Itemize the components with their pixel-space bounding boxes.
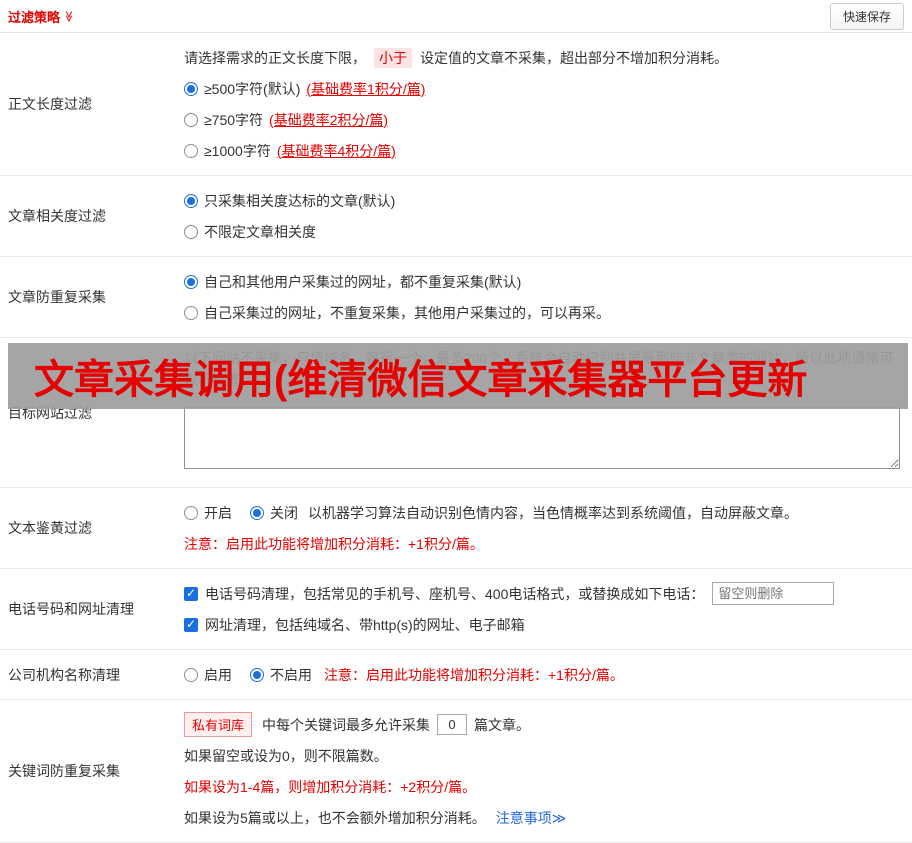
intro-pre: 请选择需求的正文长度下限，	[184, 49, 366, 66]
company-warning: 注意：启用此功能将增加积分消耗：+1积分/篇。	[324, 666, 624, 683]
watermark-banner: 文章采集调用(维清微信文章采集器平台更新	[8, 343, 908, 409]
watermark-text: 文章采集调用(维清微信文章采集器平台更新	[34, 358, 808, 402]
option-length-500[interactable]: ≥500字符(默认) (基础费率1积分/篇)	[184, 73, 904, 104]
filter-strategy-form: 正文长度过滤 请选择需求的正文长度下限， 小于 设定值的文章不采集，超出部分不增…	[0, 33, 912, 843]
option-label: 自己和其他用户采集过的网址，都不重复采集(默认)	[204, 273, 522, 290]
radio-company-off[interactable]	[250, 667, 264, 682]
checkbox-phone-clean[interactable]	[184, 586, 198, 601]
option-label: ≥500字符(默认)	[204, 80, 301, 97]
row-label: 电话号码和网址清理	[8, 601, 134, 617]
row-label: 关键词防重复采集	[8, 763, 120, 779]
option-relevance-any[interactable]: 不限定文章相关度	[184, 216, 904, 247]
radio-porn-off[interactable]	[250, 505, 264, 520]
rate-note: (基础费率1积分/篇)	[306, 80, 426, 97]
row-label: 公司机构名称清理	[8, 666, 120, 683]
radio-dedupe-all-users[interactable]	[184, 274, 198, 289]
keyword-max-count-input[interactable]	[437, 714, 468, 735]
blocked-sites-textarea[interactable]	[184, 407, 900, 469]
option-label: 不限定文章相关度	[204, 223, 316, 240]
keyword-line2: 如果留空或设为0，则不限篇数。	[184, 747, 388, 764]
row-dedupe-collect: 文章防重复采集 自己和其他用户采集过的网址，都不重复采集(默认) 自己采集过的网…	[0, 257, 912, 338]
option-length-1000[interactable]: ≥1000字符 (基础费率4积分/篇)	[184, 135, 904, 166]
radio-length-500[interactable]	[184, 81, 198, 96]
row-label: 文本鉴黄过滤	[8, 520, 92, 536]
option-label: 启用	[204, 666, 232, 683]
radio-relevance-any[interactable]	[184, 224, 198, 239]
rate-note: (基础费率2积分/篇)	[269, 111, 389, 128]
intro-post: 设定值的文章不采集，超出部分不增加积分消耗。	[420, 49, 728, 66]
top-bar: 过滤策略 ≫ 快速保存	[0, 0, 912, 33]
row-label: 正文长度过滤	[8, 96, 92, 112]
option-label: 开启	[204, 504, 232, 521]
option-phone-clean[interactable]: 电话号码清理，包括常见的手机号、座机号、400电话格式，或替换成如下电话：	[184, 578, 904, 609]
row-phone-url-clean: 电话号码和网址清理 电话号码清理，包括常见的手机号、座机号、400电话格式，或替…	[0, 569, 912, 650]
option-label: 电话号码清理，包括常见的手机号、座机号、400电话格式，或替换成如下电话：	[205, 585, 705, 602]
row-keyword-dedupe: 关键词防重复采集 私有词库 中每个关键词最多允许采集 篇文章。 如果留空或设为0…	[0, 700, 912, 843]
option-relevance-strict[interactable]: 只采集相关度达标的文章(默认)	[184, 185, 904, 216]
checkbox-url-clean[interactable]	[184, 617, 198, 632]
radio-dedupe-self-only[interactable]	[184, 305, 198, 320]
rate-note: (基础费率4积分/篇)	[276, 142, 396, 159]
quick-save-button[interactable]: 快速保存	[829, 2, 904, 30]
option-label: 不启用	[270, 666, 312, 683]
chevron-down-icon: ≫	[62, 10, 75, 22]
option-label: ≥1000字符	[204, 142, 271, 159]
option-label: 网址清理，包括纯域名、带http(s)的网址、电子邮箱	[205, 616, 525, 633]
radio-company-on[interactable]	[184, 667, 198, 682]
page-title[interactable]: 过滤策略 ≫	[8, 7, 75, 26]
radio-relevance-strict[interactable]	[184, 193, 198, 208]
option-label: 只采集相关度达标的文章(默认)	[204, 192, 396, 209]
row-label: 文章防重复采集	[8, 289, 106, 305]
keyword-line1-text: 中每个关键词最多允许采集	[262, 716, 431, 733]
option-label: 关闭	[270, 504, 298, 521]
option-label: ≥750字符	[204, 111, 264, 128]
row-relevance-filter: 文章相关度过滤 只采集相关度达标的文章(默认) 不限定文章相关度	[0, 176, 912, 257]
keyword-line4-text: 如果设为5篇或以上，也不会额外增加积分消耗。	[184, 809, 486, 826]
private-lexicon-badge: 私有词库	[184, 712, 253, 737]
porn-filter-warning: 注意：启用此功能将增加积分消耗：+1积分/篇。	[184, 535, 484, 552]
radio-length-750[interactable]	[184, 112, 198, 127]
radio-length-1000[interactable]	[184, 143, 198, 158]
option-label: 自己采集过的网址，不重复采集，其他用户采集过的，可以再采。	[204, 304, 610, 321]
phone-replace-input[interactable]	[712, 582, 835, 605]
keyword-line3-warning: 如果设为1-4篇，则增加积分消耗：+2积分/篇。	[184, 778, 477, 795]
option-url-clean[interactable]: 网址清理，包括纯域名、带http(s)的网址、电子邮箱	[184, 609, 904, 640]
option-length-750[interactable]: ≥750字符 (基础费率2积分/篇)	[184, 104, 904, 135]
row-body-length-filter: 正文长度过滤 请选择需求的正文长度下限， 小于 设定值的文章不采集，超出部分不增…	[0, 33, 912, 176]
option-dedupe-all-users[interactable]: 自己和其他用户采集过的网址，都不重复采集(默认)	[184, 266, 904, 297]
notes-link[interactable]: 注意事项≫	[496, 808, 567, 828]
row-label: 文章相关度过滤	[8, 208, 106, 224]
radio-porn-on[interactable]	[184, 505, 198, 520]
page-title-text: 过滤策略	[8, 9, 61, 25]
porn-filter-desc: 以机器学习算法自动识别色情内容，当色情概率达到系统阈值，自动屏蔽文章。	[308, 504, 798, 521]
keyword-line1-end: 篇文章。	[474, 716, 531, 733]
row-porn-filter: 文本鉴黄过滤 开启 关闭 以机器学习算法自动识别色情内容，当色情概率达到系统阈值…	[0, 488, 912, 569]
option-dedupe-self-only[interactable]: 自己采集过的网址，不重复采集，其他用户采集过的，可以再采。	[184, 297, 904, 328]
intro-highlight: 小于	[374, 47, 412, 68]
row-company-name-clean: 公司机构名称清理 启用 不启用 注意：启用此功能将增加积分消耗：+1积分/篇。	[0, 650, 912, 700]
length-intro: 请选择需求的正文长度下限， 小于 设定值的文章不采集，超出部分不增加积分消耗。	[184, 42, 904, 73]
